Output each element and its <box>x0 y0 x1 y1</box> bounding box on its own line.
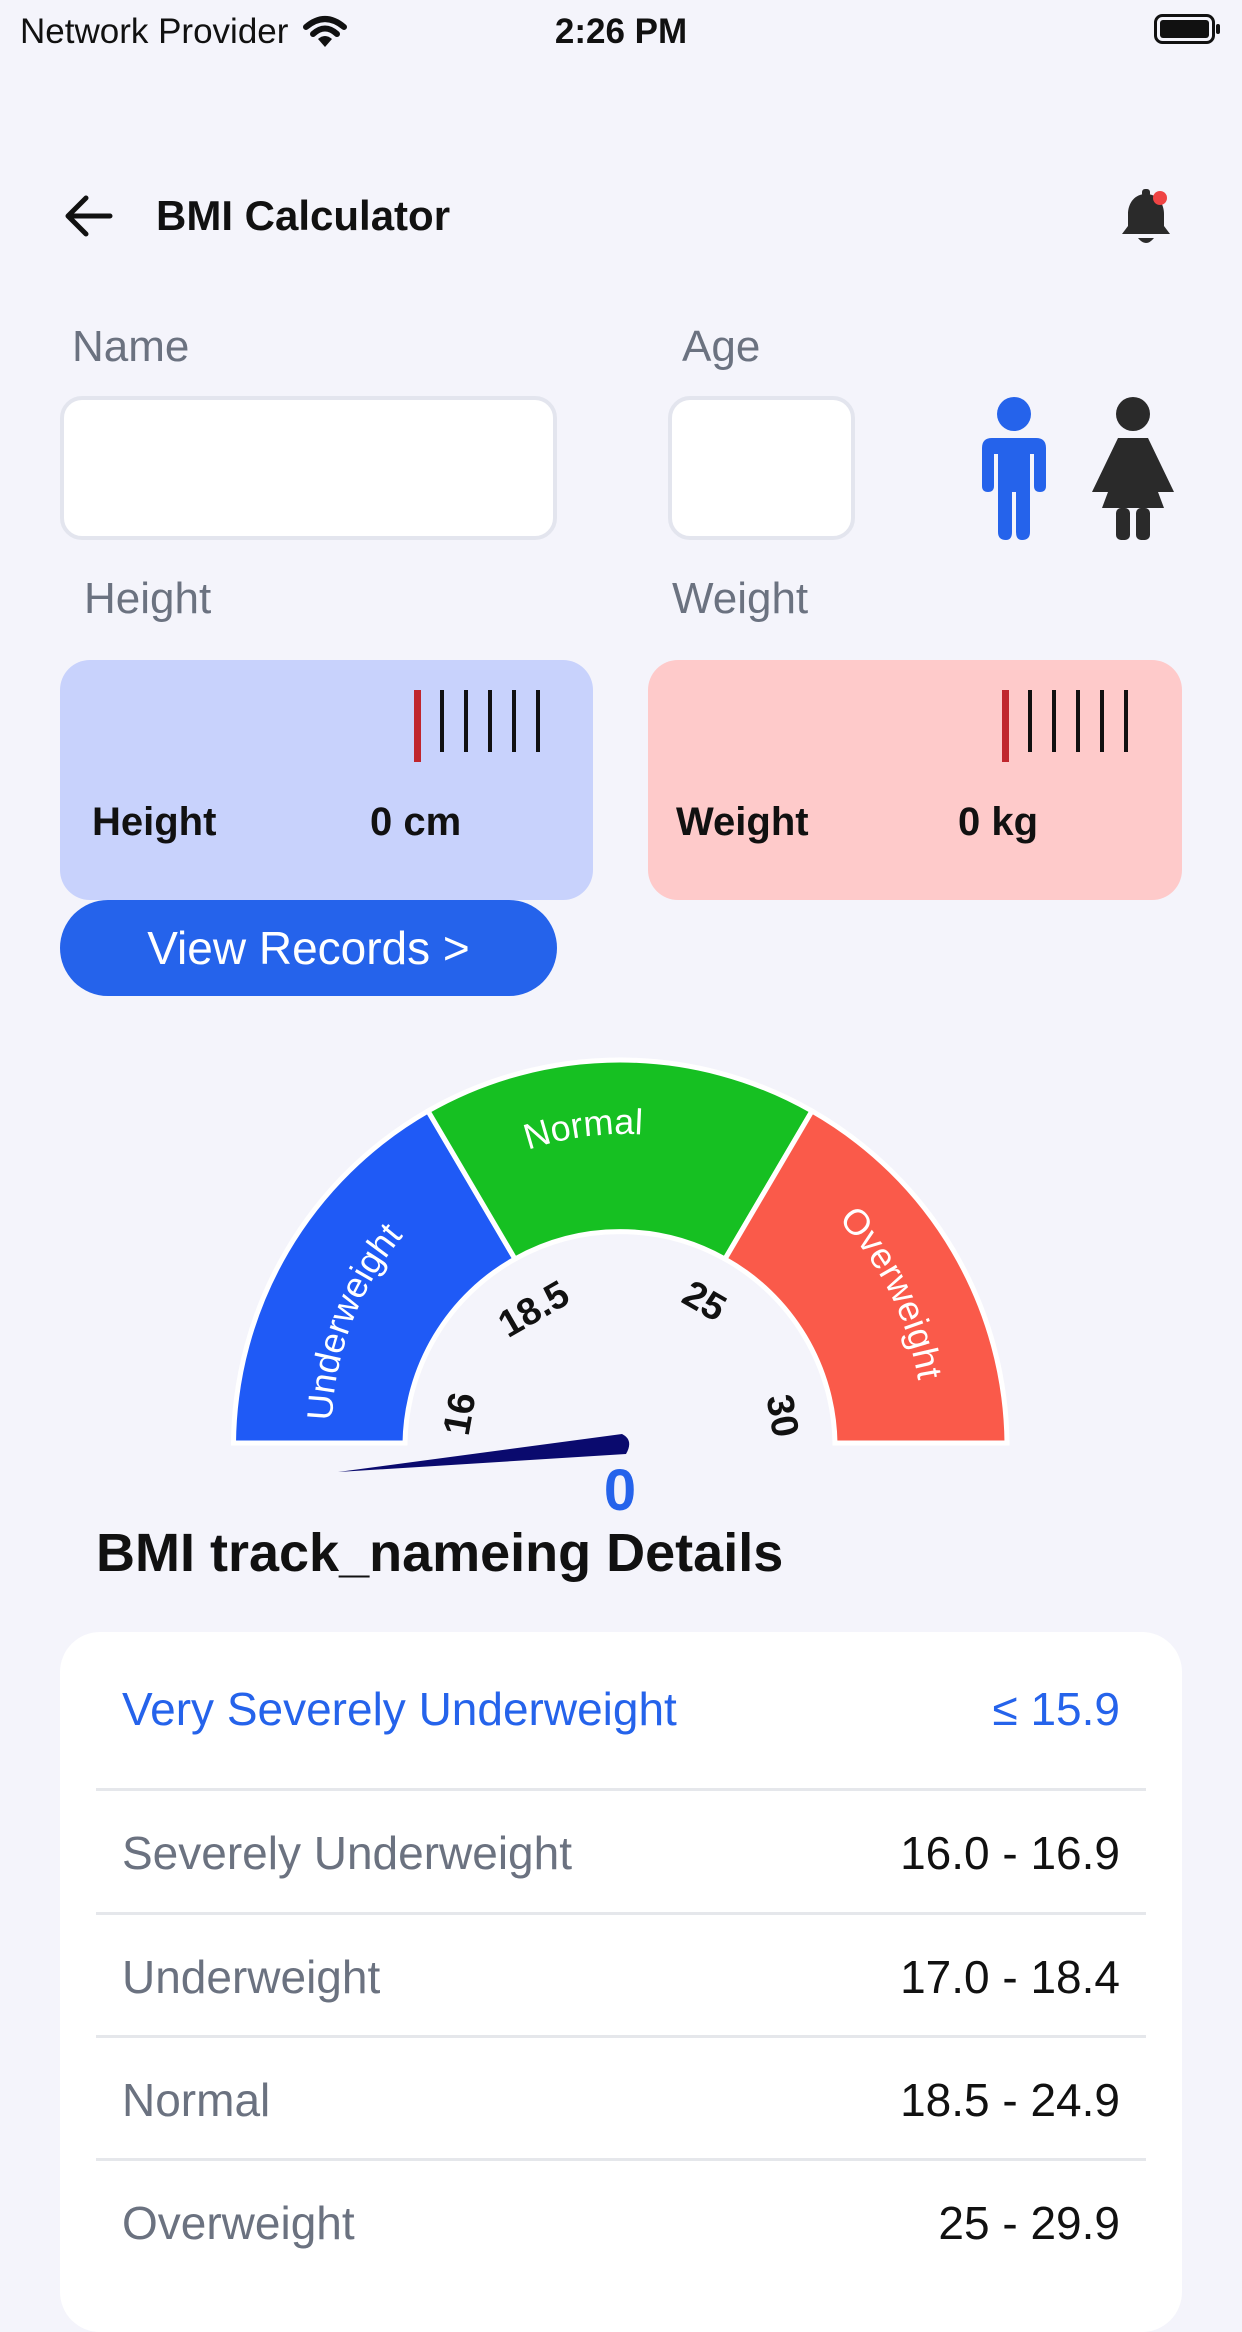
list-item[interactable]: Overweight 25 - 29.9 <box>96 2162 1146 2284</box>
category-range: ≤ 15.9 <box>992 1683 1120 1735</box>
male-icon[interactable] <box>974 396 1054 540</box>
gauge-value: 0 <box>604 1458 636 1520</box>
female-icon[interactable] <box>1090 396 1176 540</box>
gauge-tick-25: 25 <box>675 1273 733 1331</box>
age-input[interactable] <box>668 396 855 540</box>
list-item[interactable]: Underweight 17.0 - 18.4 <box>96 1916 1146 2038</box>
notification-bell-icon[interactable] <box>1116 184 1176 250</box>
category-range: 17.0 - 18.4 <box>900 1951 1120 2003</box>
divider <box>96 1788 1146 1791</box>
category-label: Underweight <box>122 1951 381 2003</box>
height-ruler-slider[interactable] <box>412 690 572 766</box>
category-label: Overweight <box>122 2197 355 2249</box>
weight-ruler-slider[interactable] <box>1000 690 1160 766</box>
gauge-tick-18-5: 18.5 <box>491 1273 576 1346</box>
list-item[interactable]: Normal 18.5 - 24.9 <box>96 2039 1146 2161</box>
category-label: Very Severely Underweight <box>122 1683 677 1735</box>
weight-card[interactable]: Weight 0 kg <box>648 660 1182 900</box>
age-label: Age <box>682 322 761 371</box>
height-value: 0 cm <box>370 800 462 844</box>
weight-card-label: Weight <box>676 800 809 844</box>
height-card-label: Height <box>92 800 217 844</box>
category-range: 25 - 29.9 <box>938 2197 1120 2249</box>
status-time: 2:26 PM <box>554 12 688 51</box>
list-item[interactable]: Severely Underweight 16.0 - 16.9 <box>96 1792 1146 1914</box>
gauge-tick-16: 16 <box>436 1389 485 1438</box>
battery-icon <box>1154 14 1220 44</box>
view-records-button[interactable]: View Records > <box>60 900 557 996</box>
gauge-tick-30: 30 <box>757 1391 806 1440</box>
category-label: Normal <box>122 2074 271 2126</box>
category-label: Severely Underweight <box>122 1827 573 1879</box>
bmi-gauge: Underweight Normal Overweight 16 18.5 25… <box>230 1057 1010 1520</box>
category-range: 18.5 - 24.9 <box>900 2074 1120 2126</box>
height-card[interactable]: Height 0 cm <box>60 660 593 900</box>
weight-value: 0 kg <box>958 800 1039 844</box>
details-title: BMI track_nameing Details <box>96 1523 784 1583</box>
name-input[interactable] <box>60 396 557 540</box>
name-label: Name <box>72 322 190 371</box>
divider <box>96 2035 1146 2038</box>
category-range: 16.0 - 16.9 <box>900 1827 1120 1879</box>
divider <box>96 2158 1146 2161</box>
bmi-details-card: Very Severely Underweight ≤ 15.9 Severel… <box>60 1632 1182 2332</box>
list-item[interactable]: Very Severely Underweight ≤ 15.9 <box>96 1648 1146 1770</box>
back-arrow-icon[interactable] <box>60 190 118 242</box>
page-title: BMI Calculator <box>156 192 451 239</box>
height-label: Height <box>84 574 212 623</box>
divider <box>96 1912 1146 1915</box>
weight-label: Weight <box>672 574 809 623</box>
